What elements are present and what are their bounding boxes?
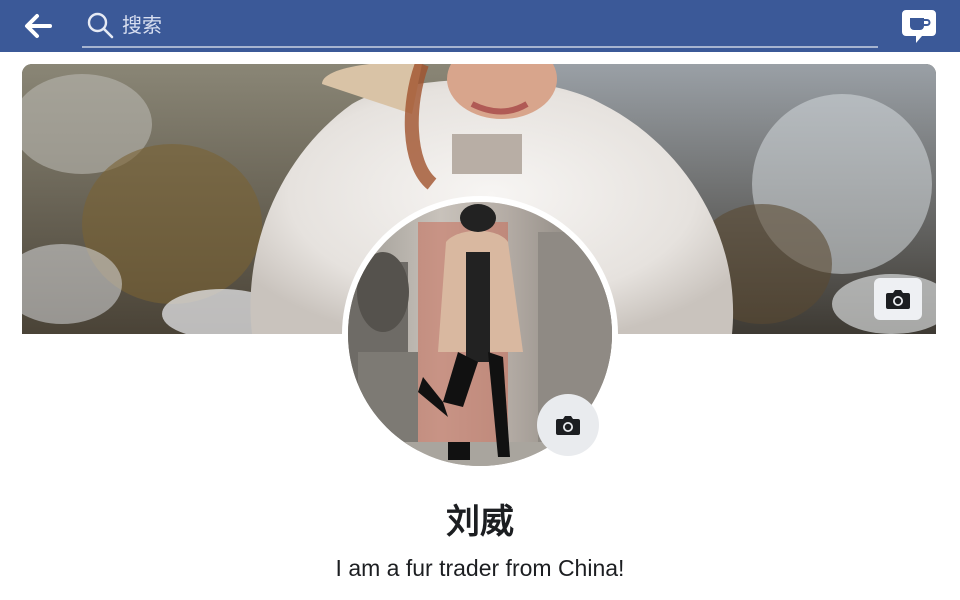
camera-icon [886,290,910,309]
profile-camera-button[interactable] [537,394,599,456]
top-bar [0,0,960,52]
profile-bio: I am a fur trader from China! [335,555,625,581]
cover-camera-button[interactable] [874,278,922,320]
camera-icon [556,416,580,435]
back-button[interactable] [22,10,54,42]
arrow-left-icon [25,14,52,38]
search-input[interactable] [122,10,862,40]
messenger-icon [902,10,936,43]
messenger-button[interactable] [900,7,938,45]
search-bar[interactable] [82,8,878,48]
search-icon [87,12,114,39]
profile-name: 刘威 [446,502,514,542]
